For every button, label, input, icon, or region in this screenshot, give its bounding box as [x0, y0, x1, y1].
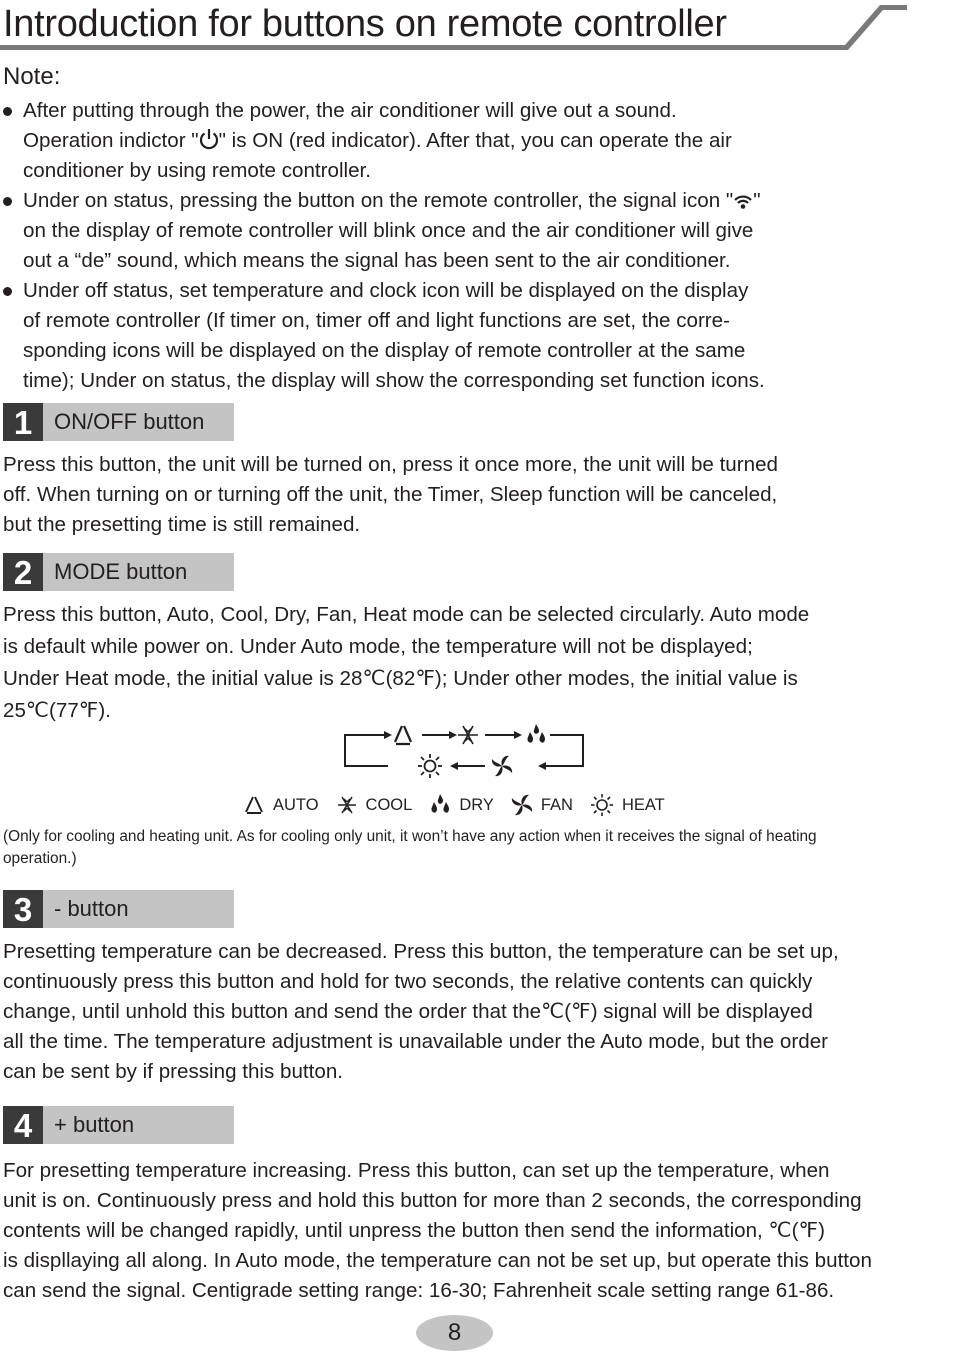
text-line: For presetting temperature increasing. P… [3, 1159, 830, 1182]
auto-mode-icon [245, 796, 263, 814]
note-bullet-list: After putting through the power, the air… [0, 96, 960, 396]
legend-label: DRY [459, 795, 494, 814]
text-line: Under off status, set temperature and cl… [23, 279, 749, 302]
cycle-path-right [545, 734, 584, 767]
text-line: operation.) [3, 850, 77, 867]
text-line: Presetting temperature can be decreased.… [3, 940, 839, 963]
legend-label: FAN [540, 795, 573, 814]
note-bullet: Under on status, pressing the button on … [0, 186, 960, 276]
text-line: Under Heat mode, the initial value is 28… [3, 667, 798, 690]
text-line: Under on status, pressing the button on … [23, 186, 960, 216]
text-line: Press this button, Auto, Cool, Dry, Fan,… [3, 603, 810, 626]
legend-label: COOL [365, 795, 413, 814]
section-header-minus: 3 - button [3, 890, 234, 928]
heat-mode-icon [590, 794, 613, 816]
power-icon [199, 129, 218, 150]
section-label: ON/OFF button [54, 409, 205, 434]
section-label: + button [54, 1112, 135, 1137]
legend-item-cool: COOL [336, 795, 413, 815]
text-line: contents will be changed rapidly, until … [3, 1219, 825, 1242]
text-line: is default while power on. Under Auto mo… [3, 635, 753, 658]
text-line: out a “de” sound, which means the signal… [23, 249, 731, 272]
text-line: (Only for cooling and heating unit. As f… [3, 828, 817, 845]
mode-cycle-diagram [344, 724, 584, 778]
section-number: 2 [3, 553, 43, 591]
text-line: conditioner by using remote controller. [23, 159, 371, 182]
auto-mode-icon [393, 725, 413, 746]
text-line: on the display of remote controller will… [23, 219, 754, 242]
cool-mode-icon [337, 796, 356, 814]
arrow-head [449, 731, 457, 739]
fan-mode-icon [511, 794, 532, 816]
bullet-dot-icon [3, 107, 12, 116]
note-bullet: After putting through the power, the air… [0, 96, 960, 186]
section-number: 1 [3, 403, 43, 441]
text-fragment: Under on status, pressing the button on … [23, 189, 734, 212]
legend-item-auto: AUTO [243, 795, 319, 815]
dry-mode-icon [527, 724, 546, 743]
section-label: MODE button [54, 559, 188, 584]
signal-icon [734, 195, 753, 209]
text-line: unit is on. Continuously press and hold … [3, 1189, 862, 1212]
text-line: of remote controller (If timer on, timer… [23, 309, 730, 332]
arrow-head [450, 762, 458, 770]
section-header-mode: 2 MODE button [3, 553, 234, 591]
section-number: 4 [3, 1106, 43, 1144]
note-bullet: Under off status, set temperature and cl… [0, 276, 960, 396]
text-line: sponding icons will be displayed on the … [23, 339, 746, 362]
text-line: is displlaying all along. In Auto mode, … [3, 1249, 872, 1272]
heat-mode-icon [418, 754, 442, 778]
text-line: off. When turning on or turning off the … [3, 483, 778, 506]
text-fragment: " is ON (red indicator). After that, you… [218, 129, 732, 152]
page-title: Introduction for buttons on remote contr… [3, 3, 727, 45]
text-fragment: " [753, 189, 761, 212]
text-line: Operation indictor " " is ON (red indicat… [23, 126, 960, 156]
arrow-head [514, 731, 522, 739]
bullet-dot-icon [3, 287, 12, 296]
section-header-plus: 4 + button [3, 1106, 234, 1144]
text-line: time); Under on status, the display will… [23, 369, 765, 392]
legend-item-heat: HEAT [590, 793, 665, 817]
section-body-mode: Press this button, Auto, Cool, Dry, Fan,… [3, 599, 960, 727]
note-heading: Note: [3, 63, 61, 90]
text-fragment: Operation indictor " [23, 129, 199, 152]
text-line: but the presetting time is still remaine… [3, 513, 361, 536]
page-number-badge: 8 [416, 1315, 493, 1351]
bullet-dot-icon [3, 197, 12, 206]
arrow-head [384, 731, 392, 739]
text-line: change, until unhold this button and sen… [3, 1000, 813, 1023]
legend-item-fan: FAN [511, 794, 573, 816]
heating-unit-note: (Only for cooling and heating unit. As f… [3, 826, 953, 870]
legend-item-dry: DRY [429, 794, 494, 816]
text-line: can be sent by if pressing this button. [3, 1060, 343, 1083]
cycle-path-left [344, 734, 388, 767]
section-body-plus: For presetting temperature increasing. P… [3, 1156, 960, 1306]
section-header-on-off: 1 ON/OFF button [3, 403, 234, 441]
section-body-minus: Presetting temperature can be decreased.… [3, 937, 960, 1087]
section-body-on-off: Press this button, the unit will be turn… [3, 450, 960, 540]
text-line: can send the signal. Centigrade setting … [3, 1279, 835, 1302]
arrow-head [538, 762, 546, 770]
mode-legend: AUTO COOL DRY FAN HEAT [243, 790, 682, 820]
section-label: - button [54, 896, 129, 921]
legend-label: AUTO [273, 795, 319, 814]
text-line: all the time. The temperature adjustment… [3, 1030, 829, 1053]
cool-mode-icon [458, 725, 478, 745]
fan-mode-icon [491, 755, 513, 777]
dry-mode-icon [431, 794, 450, 813]
legend-label: HEAT [621, 795, 665, 814]
text-line: Press this button, the unit will be turn… [3, 453, 778, 476]
text-line: continuously press this button and hold … [3, 970, 813, 993]
text-line: After putting through the power, the air… [23, 99, 677, 122]
section-number: 3 [3, 890, 43, 928]
